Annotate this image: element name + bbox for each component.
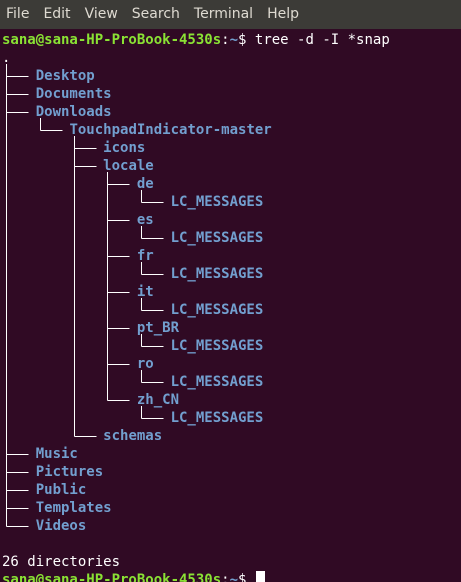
- directory-name: ro: [136, 356, 154, 372]
- tree-row: Pictures: [2, 463, 103, 481]
- directory-name: TouchpadIndicator-master: [69, 122, 272, 138]
- directory-name: Templates: [35, 500, 112, 516]
- prompt-path: ~: [229, 572, 239, 582]
- directory-name: LC_MESSAGES: [170, 374, 264, 390]
- tree-row: Public: [2, 481, 87, 499]
- tree-row: LC_MESSAGES: [2, 301, 264, 319]
- command-text: tree -d -I *snap: [254, 32, 390, 48]
- tree-row: it: [2, 283, 154, 301]
- directory-name: zh_CN: [136, 392, 180, 408]
- directory-name: Documents: [35, 86, 112, 102]
- terminal-output[interactable]: sana@sana-HP-ProBook-4530s:~$ tree -d -I…: [0, 29, 461, 582]
- directory-name: LC_MESSAGES: [170, 338, 264, 354]
- prompt-separator: :: [221, 32, 230, 48]
- directory-name: locale: [103, 158, 154, 174]
- summary-line: 26 directories: [2, 553, 120, 571]
- directory-name: LC_MESSAGES: [170, 302, 264, 318]
- directory-name: pt_BR: [136, 320, 180, 336]
- tree-row: Documents: [2, 85, 112, 103]
- directory-name: LC_MESSAGES: [170, 230, 264, 246]
- tree-row: Templates: [2, 499, 112, 517]
- directory-name: icons: [103, 140, 146, 156]
- directory-name: Videos: [35, 518, 87, 534]
- tree-root-dot: .: [2, 50, 11, 66]
- menu-help[interactable]: Help: [260, 0, 306, 29]
- cursor: [255, 571, 265, 582]
- menu-bar: File Edit View Search Terminal Help: [0, 0, 461, 30]
- tree-row: LC_MESSAGES: [2, 229, 264, 247]
- prompt-user-host: sana@sana-HP-ProBook-4530s: [2, 32, 222, 48]
- prompt-user-host: sana@sana-HP-ProBook-4530s: [2, 572, 222, 582]
- prompt-separator: :: [221, 572, 230, 582]
- tree-row: LC_MESSAGES: [2, 373, 264, 391]
- tree-row: locale: [2, 157, 154, 175]
- directory-name: es: [136, 212, 154, 228]
- tree-row: zh_CN: [2, 391, 179, 409]
- menu-search[interactable]: Search: [125, 0, 187, 29]
- directory-count: 26 directories: [2, 554, 121, 570]
- directory-name: schemas: [103, 428, 163, 444]
- tree-row: LC_MESSAGES: [2, 193, 264, 211]
- tree-row: pt_BR: [2, 319, 179, 337]
- directory-name: it: [136, 284, 154, 300]
- tree-row: LC_MESSAGES: [2, 409, 264, 427]
- menu-terminal[interactable]: Terminal: [187, 0, 260, 29]
- prompt-path: ~: [229, 32, 239, 48]
- prompt-sign: $: [238, 572, 255, 582]
- directory-name: LC_MESSAGES: [170, 266, 264, 282]
- tree-row: schemas: [2, 427, 162, 445]
- directory-name: fr: [136, 248, 154, 264]
- prompt-line: sana@sana-HP-ProBook-4530s:~$: [2, 571, 265, 582]
- tree-row: Music: [2, 445, 78, 463]
- directory-name: de: [136, 176, 154, 192]
- directory-name: Music: [35, 446, 78, 462]
- tree-row: TouchpadIndicator-master: [2, 121, 272, 139]
- tree-row: de: [2, 175, 154, 193]
- tree-row: icons: [2, 139, 145, 157]
- tree-row: ro: [2, 355, 154, 373]
- tree-row: LC_MESSAGES: [2, 265, 264, 283]
- directory-name: Downloads: [35, 104, 112, 120]
- tree-row: Desktop: [2, 67, 95, 85]
- tree-row: LC_MESSAGES: [2, 337, 264, 355]
- tree-row: Videos: [2, 517, 87, 535]
- prompt-sign: $: [238, 32, 255, 48]
- tree-row: fr: [2, 247, 154, 265]
- menu-file[interactable]: File: [0, 0, 36, 29]
- tree-row: es: [2, 211, 154, 229]
- directory-name: LC_MESSAGES: [170, 194, 264, 210]
- directory-name: Pictures: [35, 464, 104, 480]
- tree-root: .: [2, 49, 10, 67]
- directory-name: Public: [35, 482, 87, 498]
- tree-row: Downloads: [2, 103, 112, 121]
- menu-view[interactable]: View: [78, 0, 125, 29]
- command-line: sana@sana-HP-ProBook-4530s:~$ tree -d -I…: [2, 31, 390, 49]
- directory-name: Desktop: [35, 68, 95, 84]
- directory-name: LC_MESSAGES: [170, 410, 264, 426]
- menu-edit[interactable]: Edit: [36, 0, 77, 29]
